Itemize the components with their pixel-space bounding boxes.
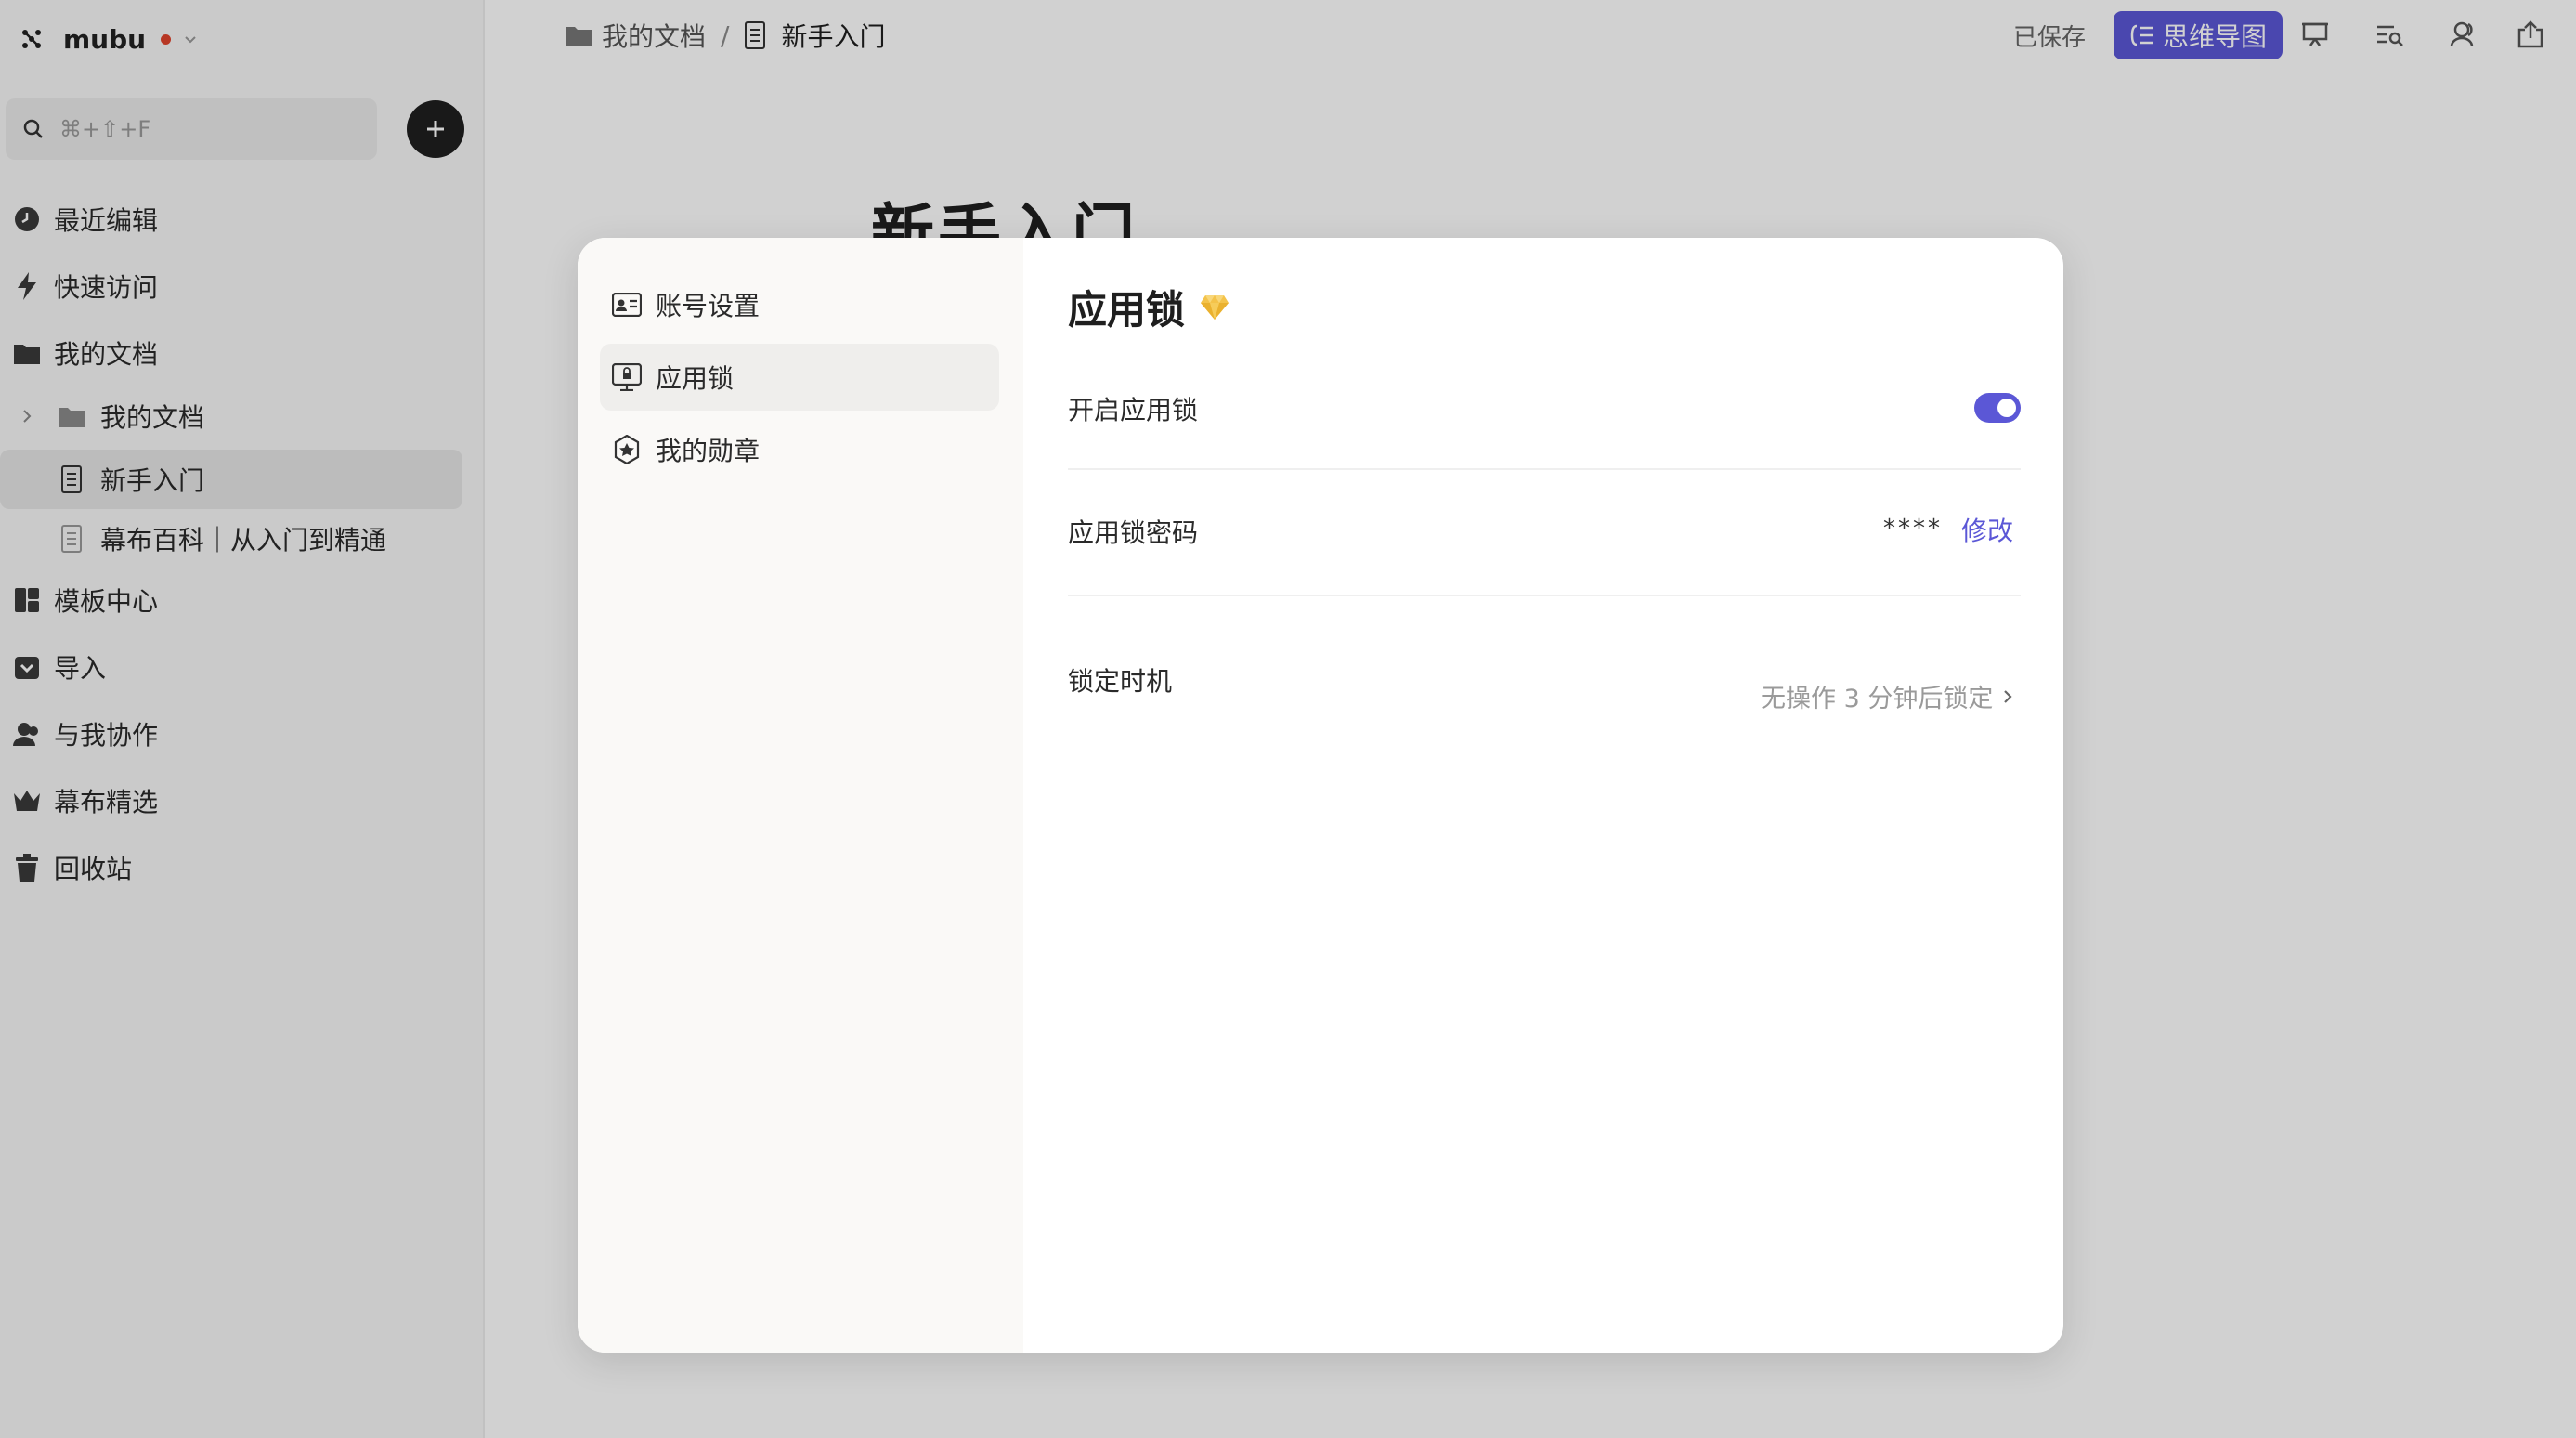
chevron-right-icon xyxy=(2004,689,2012,703)
settings-menu: 账号设置 应用锁 我的勋章 xyxy=(578,238,1023,1353)
divider xyxy=(1068,468,2021,470)
toggle-knob xyxy=(1997,399,2016,417)
panel-title: 应用锁 xyxy=(1068,279,1229,335)
settings-modal: 账号设置 应用锁 我的勋章 应用锁 开启应用锁 应用锁密码 **** 修改 锁定… xyxy=(578,238,2063,1353)
lock-screen-icon xyxy=(611,361,643,393)
setting-label: 锁定时机 xyxy=(1068,666,1173,697)
panel-title-text: 应用锁 xyxy=(1068,287,1186,333)
menu-item-label: 应用锁 xyxy=(656,363,735,394)
id-card-icon xyxy=(611,289,643,320)
menu-item-label: 我的勋章 xyxy=(656,436,761,466)
password-mask: **** xyxy=(1883,515,1943,543)
diamond-icon xyxy=(1201,294,1229,320)
badge-icon xyxy=(611,434,643,465)
setting-label: 应用锁密码 xyxy=(1068,517,1199,548)
edit-password-link[interactable]: 修改 xyxy=(1961,511,2013,548)
enable-lock-toggle[interactable] xyxy=(1974,393,2021,423)
setting-label: 开启应用锁 xyxy=(1068,395,1199,425)
menu-item-app-lock[interactable]: 应用锁 xyxy=(600,344,999,411)
menu-item-label: 账号设置 xyxy=(656,291,761,321)
lock-timing-value: 无操作 3 分钟后锁定 xyxy=(1761,685,1994,713)
menu-item-account-settings[interactable]: 账号设置 xyxy=(600,271,999,338)
app-lock-panel: 应用锁 开启应用锁 应用锁密码 **** 修改 锁定时机 无操作 3 分钟后锁定 xyxy=(1068,238,2063,1353)
divider xyxy=(1068,595,2021,596)
lock-timing-select[interactable]: 无操作 3 分钟后锁定 xyxy=(1761,678,2015,714)
menu-item-badges[interactable]: 我的勋章 xyxy=(600,416,999,483)
